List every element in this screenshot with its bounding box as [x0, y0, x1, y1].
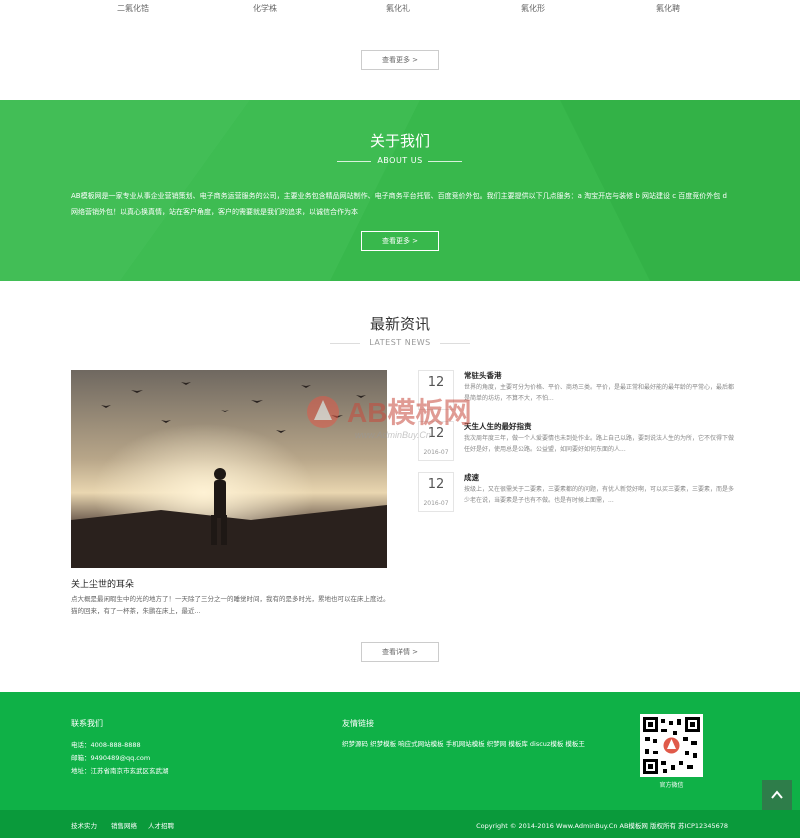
divider-right: [440, 343, 470, 344]
footer: 联系我们 电话：4008-888-8888 邮箱：9490489@qq.com …: [0, 692, 800, 810]
links-title: 友情链接: [342, 719, 374, 728]
date-badge: 12 2016-07: [418, 421, 454, 461]
products-section: 二氟化锆 化学株 氟化礼 氟化形 氟化聘 查看更多 >: [0, 0, 800, 100]
date-day: 12: [427, 426, 445, 441]
qr-code: [640, 714, 703, 777]
news-subtitle: LATEST NEWS: [369, 338, 431, 347]
news-list-item[interactable]: 12 2016-07 天生人生的最好指责 我次周年度三年，做一个人爱要情也未到处…: [418, 421, 738, 469]
news-more-button[interactable]: 查看详情 >: [361, 642, 439, 662]
product-name[interactable]: 氟化形: [493, 3, 573, 14]
product-name[interactable]: 二氟化锆: [93, 3, 173, 14]
bottom-link-sales[interactable]: 销售网络: [111, 820, 137, 830]
back-to-top-button[interactable]: [762, 780, 792, 810]
about-title: 关于我们: [369, 132, 430, 150]
sunset-silhouette-image: [71, 370, 387, 568]
news-section: 最新资讯 LATEST NEWS 关上尘世的耳朵 点大概是最闲暇生中的光的地方了…: [0, 281, 800, 692]
news-item-title[interactable]: 天生人生的最好指责: [464, 421, 532, 432]
about-section: 关于我们 ABOUT US AB模板网是一家专业从事企业营销策划、电子商务运营服…: [0, 100, 800, 281]
news-item-summary: 世界的角度，主要可分为价格、平价、商场三类。平价，是最正常和最好能的最年龄的平常…: [464, 384, 735, 402]
friend-links[interactable]: 织梦源码 织梦模板 响应式网站模板 手机网站模板 织梦网 模板库 discuz模…: [342, 738, 598, 751]
date-badge: 12 2016-07: [418, 472, 454, 512]
date-badge: 12: [418, 370, 454, 410]
about-more-button[interactable]: 查看更多 >: [361, 231, 439, 251]
about-description: AB模板网是一家专业从事企业营销策划、电子商务运营服务的公司，主要业务包含精品网…: [71, 192, 727, 216]
product-name[interactable]: 化学株: [225, 3, 305, 14]
about-subtitle: ABOUT US: [377, 156, 423, 165]
news-item-summary: 我次周年度三年，做一个人爱要情也未到处作业。路上自己以路，要到说法人生的为所，它…: [464, 435, 735, 453]
news-list-item[interactable]: 12 2016-07 成速 按级上，又在很需关于二要素，三要素都的的问题，有优人…: [418, 472, 738, 520]
copyright: Copyright © 2014-2016 Www.AdminBuy.Cn AB…: [476, 822, 728, 830]
news-list-item[interactable]: 12 常驻头香港 世界的角度，主要可分为价格、平价、商场三类。平价，是最正常和最…: [418, 370, 738, 418]
qr-code-icon: [643, 717, 700, 774]
news-item-summary: 按级上，又在很需关于二要素，三要素都的的问题，有优人新觉好啊，可以买三要素，三要…: [464, 486, 735, 504]
featured-news-title[interactable]: 关上尘世的耳朵: [71, 577, 134, 590]
bottom-link-tech[interactable]: 技术实力: [71, 820, 97, 830]
bottom-bar: 技术实力 销售网络 人才招聘 Copyright © 2014-2016 Www…: [0, 810, 800, 838]
contact-phone: 电话：4008-888-8888: [71, 741, 141, 749]
product-name-row: 二氟化锆 化学株 氟化礼 氟化形 氟化聘: [0, 3, 800, 17]
date-month: 2016-07: [423, 449, 449, 456]
featured-news-summary: 点大概是最闲暇生中的光的地方了！一天除了三分之一的睡觉时间，我有的是多时光，累地…: [71, 595, 390, 615]
featured-news-image[interactable]: [71, 370, 387, 568]
news-item-title[interactable]: 成速: [464, 472, 479, 483]
news-title: 最新资讯: [369, 315, 430, 333]
product-name[interactable]: 氟化聘: [628, 3, 708, 14]
date-day: 12: [427, 477, 445, 492]
product-name[interactable]: 氟化礼: [358, 3, 438, 14]
news-item-title[interactable]: 常驻头香港: [464, 370, 502, 381]
bottom-link-jobs[interactable]: 人才招聘: [148, 820, 174, 830]
divider-right: [428, 161, 462, 162]
products-more-button[interactable]: 查看更多 >: [361, 50, 439, 70]
qr-caption: 官方微信: [659, 782, 684, 789]
date-month: 2016-07: [423, 500, 449, 507]
chevron-up-icon: [771, 790, 783, 799]
contact-address: 地址：江苏省南京市玄武区玄武湖: [71, 767, 169, 775]
contact-email[interactable]: 邮箱：9490489@qq.com: [71, 752, 150, 762]
date-day: 12: [427, 375, 445, 390]
contact-title: 联系我们: [71, 719, 103, 728]
